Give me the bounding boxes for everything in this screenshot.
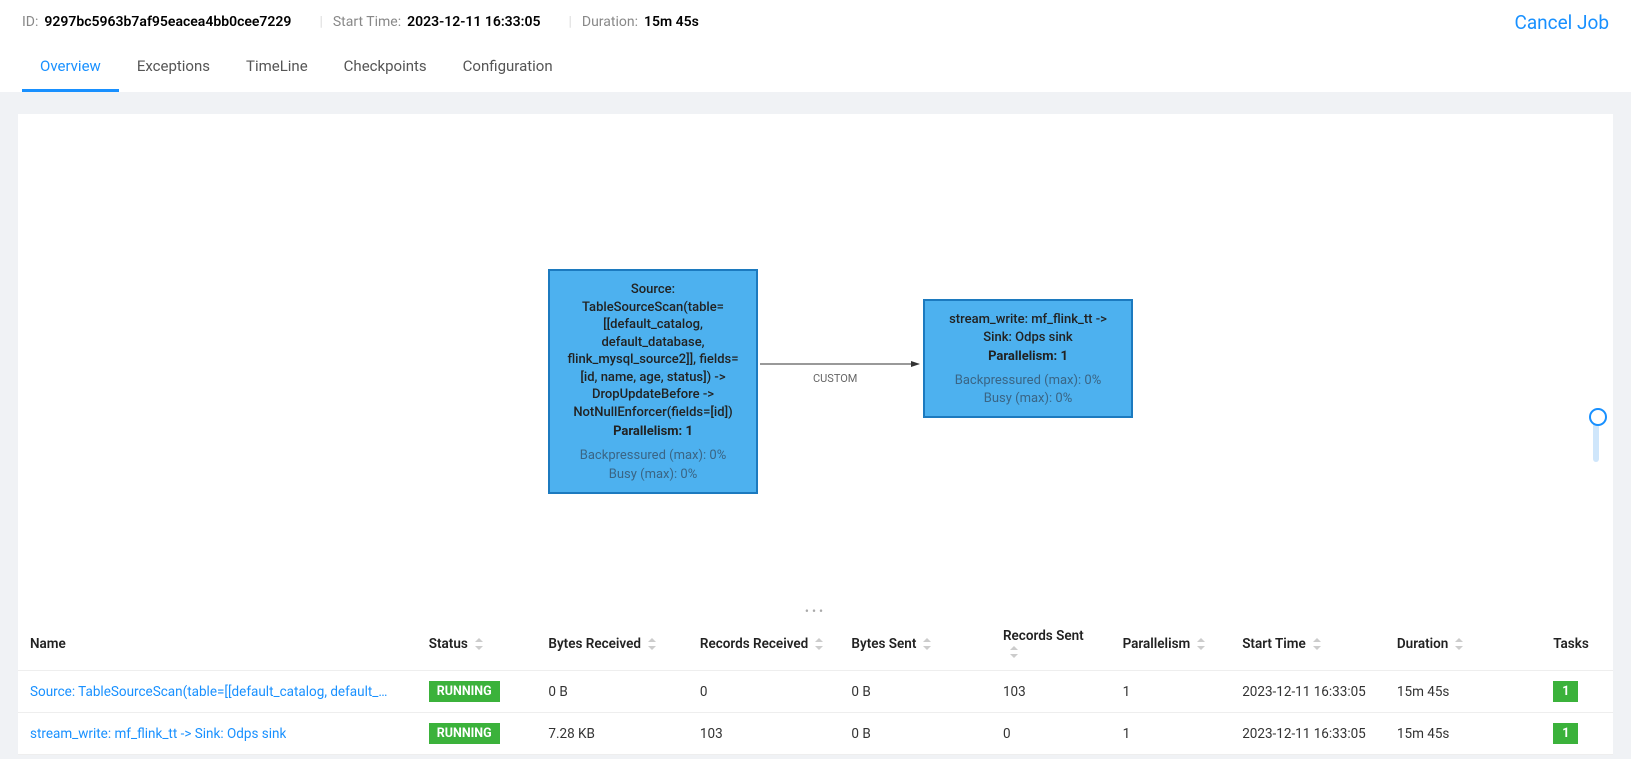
col-parallelism[interactable]: Parallelism	[1111, 618, 1231, 671]
bytes-sent-cell: 0 B	[839, 671, 991, 713]
graph-node-backpressure: Backpressured (max): 0%	[937, 372, 1119, 390]
id-value: 9297bc5963b7af95eacea4bb0cee7229	[44, 14, 291, 30]
parallelism-cell: 1	[1111, 713, 1231, 755]
sort-icon	[474, 638, 484, 650]
status-badge: RUNNING	[429, 723, 500, 744]
job-graph[interactable]: Source: TableSourceScan(table=[[default_…	[18, 114, 1613, 604]
sort-icon	[647, 638, 657, 650]
tab-checkpoints[interactable]: Checkpoints	[326, 57, 445, 92]
start-time-value: 2023-12-11 16:33:05	[407, 14, 540, 30]
zoom-slider[interactable]	[1593, 414, 1599, 462]
col-start-time[interactable]: Start Time	[1230, 618, 1385, 671]
records-sent-cell: 103	[991, 671, 1111, 713]
bytes-sent-cell: 0 B	[839, 713, 991, 755]
tab-overview[interactable]: Overview	[22, 57, 119, 92]
cancel-job-link[interactable]: Cancel Job	[1514, 11, 1609, 34]
records-sent-cell: 0	[991, 713, 1111, 755]
sort-icon	[1454, 638, 1464, 650]
graph-node-source[interactable]: Source: TableSourceScan(table=[[default_…	[548, 269, 758, 494]
col-tasks[interactable]: Tasks	[1541, 618, 1613, 671]
status-badge: RUNNING	[429, 681, 500, 702]
start-time-label: Start Time:	[333, 14, 401, 30]
graph-node-busy: Busy (max): 0%	[562, 466, 744, 484]
bytes-received-cell: 0 B	[536, 671, 688, 713]
operators-table: Name Status Bytes Received Records Recei…	[18, 618, 1613, 755]
operator-name-link[interactable]: Source: TableSourceScan(table=[[default_…	[30, 684, 390, 700]
id-label: ID:	[22, 14, 38, 30]
start-time-cell: 2023-12-11 16:33:05	[1230, 671, 1385, 713]
parallelism-cell: 1	[1111, 671, 1231, 713]
col-duration[interactable]: Duration	[1385, 618, 1541, 671]
tasks-badge: 1	[1553, 723, 1578, 744]
duration-value: 15m 45s	[644, 14, 699, 30]
records-received-cell: 103	[688, 713, 840, 755]
bytes-received-cell: 7.28 KB	[536, 713, 688, 755]
tasks-badge: 1	[1553, 681, 1578, 702]
separator: |	[319, 14, 322, 30]
sort-icon	[922, 638, 932, 650]
job-meta-row: ID: 9297bc5963b7af95eacea4bb0cee7229 | S…	[22, 0, 1609, 44]
col-records-received[interactable]: Records Received	[688, 618, 840, 671]
col-name[interactable]: Name	[18, 618, 417, 671]
sort-icon	[814, 638, 824, 650]
duration-cell: 15m 45s	[1385, 671, 1541, 713]
col-bytes-sent[interactable]: Bytes Sent	[839, 618, 991, 671]
separator: |	[568, 14, 571, 30]
graph-node-title: Source: TableSourceScan(table=[[default_…	[562, 281, 744, 421]
graph-node-backpressure: Backpressured (max): 0%	[562, 447, 744, 465]
graph-node-sink[interactable]: stream_write: mf_flink_tt -> Sink: Odps …	[923, 299, 1133, 418]
col-status[interactable]: Status	[417, 618, 537, 671]
start-time-cell: 2023-12-11 16:33:05	[1230, 713, 1385, 755]
sort-icon	[1009, 646, 1019, 658]
sort-icon	[1196, 638, 1206, 650]
job-header: ID: 9297bc5963b7af95eacea4bb0cee7229 | S…	[0, 0, 1631, 92]
graph-node-title: stream_write: mf_flink_tt -> Sink: Odps …	[937, 311, 1119, 346]
graph-node-parallelism: Parallelism: 1	[562, 424, 744, 439]
tabs: Overview Exceptions TimeLine Checkpoints…	[22, 44, 1609, 92]
tab-exceptions[interactable]: Exceptions	[119, 57, 228, 92]
graph-node-busy: Busy (max): 0%	[937, 390, 1119, 408]
records-received-cell: 0	[688, 671, 840, 713]
tab-timeline[interactable]: TimeLine	[228, 57, 326, 92]
graph-edge-label: CUSTOM	[813, 372, 857, 385]
tab-configuration[interactable]: Configuration	[445, 57, 571, 92]
ellipsis-icon: •••	[805, 604, 826, 618]
table-row: Source: TableSourceScan(table=[[default_…	[18, 671, 1613, 713]
panel-divider[interactable]: •••	[18, 604, 1613, 618]
col-bytes-received[interactable]: Bytes Received	[536, 618, 688, 671]
operator-name-link[interactable]: stream_write: mf_flink_tt -> Sink: Odps …	[30, 726, 286, 742]
sort-icon	[1312, 638, 1322, 650]
table-row: stream_write: mf_flink_tt -> Sink: Odps …	[18, 713, 1613, 755]
duration-label: Duration:	[582, 14, 638, 30]
duration-cell: 15m 45s	[1385, 713, 1541, 755]
graph-node-parallelism: Parallelism: 1	[937, 349, 1119, 364]
graph-edge	[18, 114, 1613, 604]
col-records-sent[interactable]: Records Sent	[991, 618, 1111, 671]
